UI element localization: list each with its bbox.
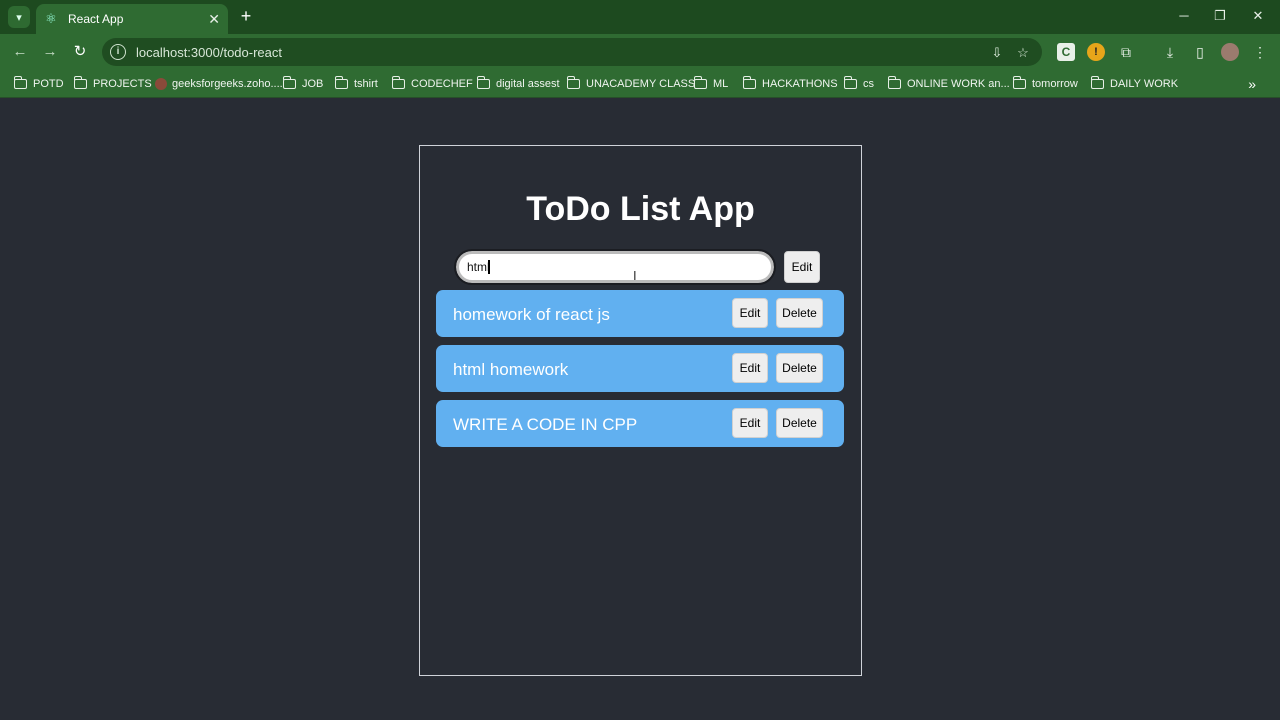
todo-text: html homework [453,360,569,379]
bookmark-folder[interactable]: tomorrow [1012,76,1078,91]
bookmark-folder[interactable]: cs [843,76,874,91]
folder-icon [742,76,756,89]
folder-icon [693,76,707,89]
bookmark-folder[interactable]: ML [693,76,729,91]
extension-c-icon[interactable]: C [1057,43,1075,61]
bookmark-label: digital assest [496,78,560,90]
delete-button[interactable]: Delete [776,298,823,328]
folder-icon [1090,76,1104,89]
address-bar[interactable]: i localhost:3000/todo-react ⇩ ☆ [102,38,1042,66]
url-text: localhost:3000/todo-react [136,44,282,60]
bookmark-label: ML [713,78,729,90]
todo-input[interactable] [454,249,776,285]
tab-strip: ▾ ⚛ React App ✕ + ─ ❐ ✕ [0,0,1280,34]
download-icon[interactable]: ⤓ [1161,43,1179,61]
bookmark-folder[interactable]: digital assest [476,76,560,91]
bookmark-label: tomorrow [1032,78,1078,90]
bookmark-label: HACKATHONS [762,78,838,90]
text-cursor-icon: I [633,268,637,283]
extensions-puzzle-icon[interactable]: ⧉ [1117,43,1135,61]
window-close-icon[interactable]: ✕ [1246,6,1270,26]
bookmark-folder[interactable]: CODECHEF [391,76,473,91]
bookmark-label: JOB [302,78,324,90]
restore-icon[interactable]: ❐ [1208,6,1232,26]
tab-search-button[interactable]: ▾ [8,6,30,28]
bookmark-folder[interactable]: JOB [282,76,324,91]
folder-icon [476,76,490,89]
more-bookmarks-icon[interactable]: » [1248,76,1256,92]
delete-button[interactable]: Delete [776,408,823,438]
profile-avatar[interactable] [1221,43,1239,61]
back-arrow-icon[interactable]: ← [10,42,30,62]
minimize-icon[interactable]: ─ [1172,6,1196,26]
todo-item: WRITE A CODE IN CPP Edit Delete [436,400,844,447]
bookmark-folder[interactable]: UNACADEMY CLASS [566,76,696,91]
bookmark-site[interactable]: geeksforgeeks.zoho.... [155,77,283,91]
folder-icon [843,76,857,89]
bookmark-folder[interactable]: DAILY WORK [1090,76,1179,91]
bookmark-label: cs [863,78,874,90]
bookmark-label: DAILY WORK [1110,78,1179,90]
close-icon[interactable]: ✕ [208,11,220,28]
site-info-icon[interactable]: i [110,44,126,60]
folder-icon [282,76,296,89]
reload-icon[interactable]: ↻ [70,42,90,62]
todo-list: homework of react js Edit Delete html ho… [436,290,844,455]
bookmark-label: UNACADEMY CLASS [586,78,696,90]
folder-icon [1012,76,1026,89]
text-caret [488,260,490,274]
bookmark-folder[interactable]: tshirt [334,76,378,91]
todo-text: homework of react js [453,305,610,324]
todo-item: html homework Edit Delete [436,345,844,392]
todo-app-container: ToDo List App I Edit homework of react j… [419,145,862,676]
folder-icon [566,76,580,89]
folder-icon [334,76,348,89]
edit-button[interactable]: Edit [732,353,768,383]
todo-item: homework of react js Edit Delete [436,290,844,337]
chevron-down-icon: ▾ [16,11,22,24]
bookmark-folder[interactable]: ONLINE WORK an... [887,76,1010,91]
delete-button[interactable]: Delete [776,353,823,383]
browser-toolbar: ← → ↻ i localhost:3000/todo-react ⇩ ☆ C … [0,34,1280,70]
bookmark-label: tshirt [354,78,378,90]
bookmarks-bar: POTD PROJECTS geeksforgeeks.zoho.... JOB… [0,70,1280,98]
submit-edit-button[interactable]: Edit [784,251,820,283]
bookmark-label: PROJECTS [93,78,152,90]
forward-arrow-icon[interactable]: → [40,42,60,62]
bookmark-label: POTD [33,78,64,90]
bookmark-label: ONLINE WORK an... [907,78,1010,90]
bookmark-label: geeksforgeeks.zoho.... [172,78,283,90]
folder-icon [887,76,901,89]
install-app-icon[interactable]: ⇩ [988,45,1006,61]
bookmark-folder[interactable]: PROJECTS [73,76,152,91]
page-title: ToDo List App [526,190,755,228]
side-panel-icon[interactable]: ▯ [1191,43,1209,61]
tab-react-app[interactable]: ⚛ React App ✕ [36,4,228,34]
bookmark-star-icon[interactable]: ☆ [1014,45,1032,61]
folder-icon [13,76,27,89]
todo-text: WRITE A CODE IN CPP [453,415,638,434]
edit-button[interactable]: Edit [732,408,768,438]
more-menu-icon[interactable]: ⋮ [1251,43,1269,61]
bookmark-folder[interactable]: HACKATHONS [742,76,838,91]
react-logo-icon: ⚛ [45,11,57,26]
bookmark-label: CODECHEF [411,78,473,90]
site-favicon-icon [155,78,167,90]
tab-title: React App [68,12,124,26]
extension-warning-icon[interactable]: ! [1087,43,1105,61]
new-tab-button[interactable]: + [236,6,256,26]
folder-icon [73,76,87,89]
bookmark-folder[interactable]: POTD [13,76,64,91]
folder-icon [391,76,405,89]
edit-button[interactable]: Edit [732,298,768,328]
